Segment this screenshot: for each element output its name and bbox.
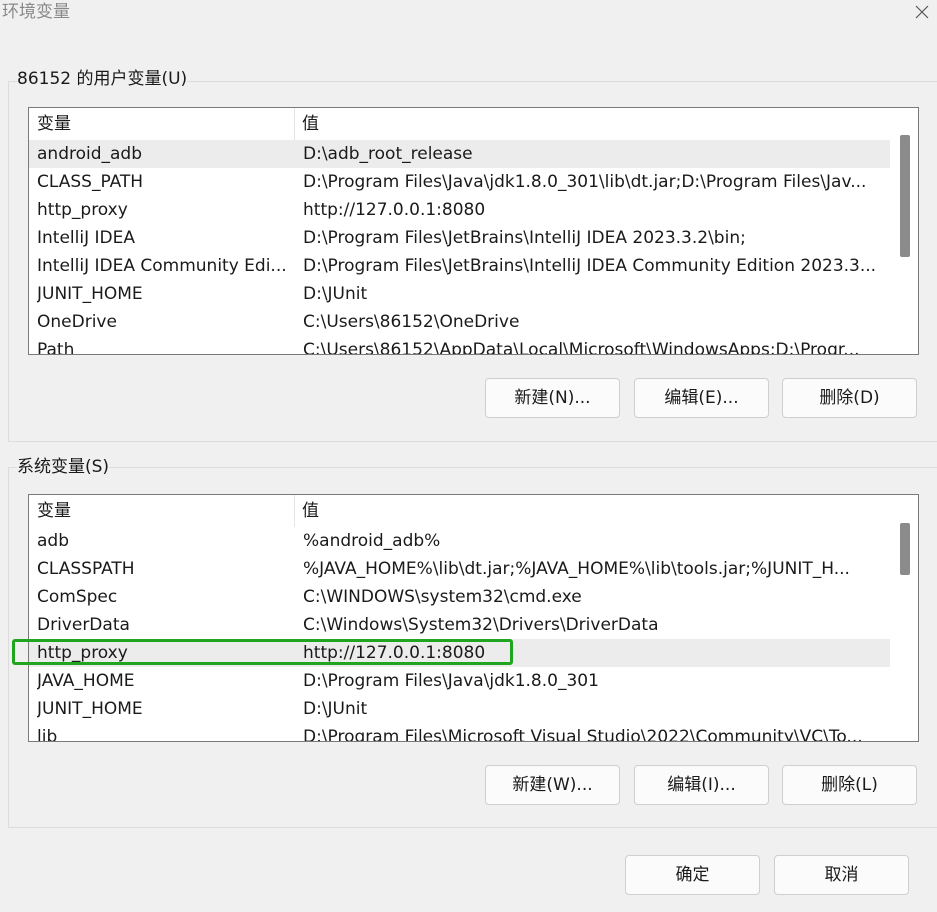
user-edit-button[interactable]: 编辑(E)... <box>634 378 769 418</box>
variable-value: D:\JUnit <box>303 284 368 304</box>
window-title: 环境变量 <box>2 2 70 22</box>
variable-name: lib <box>37 727 58 742</box>
variable-value: D:\Program Files\JetBrains\IntelliJ IDEA… <box>303 256 877 276</box>
system-variables-label: 系统变量(S) <box>17 456 110 478</box>
table-row[interactable]: Path C:\Users\86152\AppData\Local\Microso… <box>29 336 891 355</box>
variable-value: D:\JUnit <box>303 699 368 719</box>
close-button[interactable] <box>907 0 937 24</box>
table-row[interactable]: IntelliJ IDEA Community Edi... D:\Program… <box>29 252 891 280</box>
variable-name: IntelliJ IDEA Community Edi... <box>37 256 287 276</box>
table-row[interactable]: CLASS_PATH D:\Program Files\Java\jdk1.8.0… <box>29 168 891 196</box>
variable-value: D:\Program Files\Microsoft Visual Studio… <box>303 727 863 742</box>
column-header-variable[interactable]: 变量 <box>29 108 295 140</box>
table-row[interactable]: DriverData C:\Windows\System32\Drivers\Dr… <box>29 611 891 639</box>
column-header-variable[interactable]: 变量 <box>29 495 295 527</box>
title-bar: 环境变量 <box>0 0 937 30</box>
variable-value: D:\adb_root_release <box>303 144 473 164</box>
table-row[interactable]: adb %android_adb% <box>29 527 891 555</box>
variable-value: C:\WINDOWS\system32\cmd.exe <box>303 587 582 607</box>
table-row[interactable]: JUNIT_HOME D:\JUnit <box>29 695 891 723</box>
table-row[interactable]: ComSpec C:\WINDOWS\system32\cmd.exe <box>29 583 891 611</box>
variable-value: C:\Windows\System32\Drivers\DriverData <box>303 615 659 635</box>
variable-name: JUNIT_HOME <box>37 284 143 304</box>
variable-value: http://127.0.0.1:8080 <box>303 200 486 220</box>
variable-value: C:\Users\86152\AppData\Local\Microsoft\W… <box>303 340 860 355</box>
column-header-value[interactable]: 值 <box>295 495 891 527</box>
variable-value: C:\Users\86152\OneDrive <box>303 312 520 332</box>
system-delete-button[interactable]: 删除(L) <box>782 765 917 805</box>
variable-value: http://127.0.0.1:8080 <box>303 643 486 663</box>
variable-name: JUNIT_HOME <box>37 699 143 719</box>
column-header-value[interactable]: 值 <box>295 108 891 140</box>
variable-name: CLASSPATH <box>37 559 135 579</box>
table-row[interactable]: CLASSPATH %JAVA_HOME%\lib\dt.jar;%JAVA_HO… <box>29 555 891 583</box>
variable-name: http_proxy <box>37 200 128 220</box>
table-row[interactable]: JUNIT_HOME D:\JUnit <box>29 280 891 308</box>
ok-button[interactable]: 确定 <box>625 855 760 895</box>
variable-value: D:\Program Files\Java\jdk1.8.0_301 <box>303 671 599 691</box>
variable-name: android_adb <box>37 144 143 164</box>
system-variables-list[interactable]: 变量 值 adb %android_adb% CLASSPATH %JAVA_HOM… <box>28 494 919 742</box>
table-row[interactable]: http_proxy http://127.0.0.1:8080 <box>29 196 891 224</box>
variable-value: %JAVA_HOME%\lib\dt.jar;%JAVA_HOME%\lib\t… <box>303 559 850 579</box>
variable-name: JAVA_HOME <box>37 671 135 691</box>
variable-name: CLASS_PATH <box>37 172 144 192</box>
variable-name: Path <box>37 340 75 355</box>
variable-value: D:\Program Files\JetBrains\IntelliJ IDEA… <box>303 228 746 248</box>
table-row[interactable]: lib D:\Program Files\Microsoft Visual Stu… <box>29 723 891 742</box>
list-header: 变量 值 <box>29 495 891 527</box>
variable-name: ComSpec <box>37 587 118 607</box>
variable-value: %android_adb% <box>303 531 441 551</box>
list-header: 变量 值 <box>29 108 891 140</box>
scrollbar-thumb[interactable] <box>900 523 910 575</box>
variable-name: OneDrive <box>37 312 117 332</box>
table-row[interactable]: android_adb D:\adb_root_release <box>29 140 891 168</box>
vertical-scrollbar[interactable] <box>890 495 918 741</box>
variable-value: D:\Program Files\Java\jdk1.8.0_301\lib\d… <box>303 172 867 192</box>
cancel-button[interactable]: 取消 <box>774 855 909 895</box>
variable-name: IntelliJ IDEA <box>37 228 135 248</box>
user-variables-list[interactable]: 变量 值 android_adb D:\adb_root_release CLAS… <box>28 107 919 355</box>
system-new-button[interactable]: 新建(W)... <box>485 765 620 805</box>
variable-name: adb <box>37 531 69 551</box>
variable-name: http_proxy <box>37 643 128 663</box>
variable-name: DriverData <box>37 615 130 635</box>
system-edit-button[interactable]: 编辑(I)... <box>634 765 769 805</box>
table-row[interactable]: IntelliJ IDEA D:\Program Files\JetBrains\… <box>29 224 891 252</box>
user-new-button[interactable]: 新建(N)... <box>485 378 620 418</box>
table-row[interactable]: http_proxy http://127.0.0.1:8080 <box>29 639 891 667</box>
user-variables-label: 86152 的用户变量(U) <box>17 68 188 90</box>
vertical-scrollbar[interactable] <box>890 108 918 354</box>
table-row[interactable]: JAVA_HOME D:\Program Files\Java\jdk1.8.0_… <box>29 667 891 695</box>
table-row[interactable]: OneDrive C:\Users\86152\OneDrive <box>29 308 891 336</box>
close-icon <box>915 5 929 19</box>
scrollbar-thumb[interactable] <box>900 135 910 257</box>
user-delete-button[interactable]: 删除(D) <box>782 378 917 418</box>
